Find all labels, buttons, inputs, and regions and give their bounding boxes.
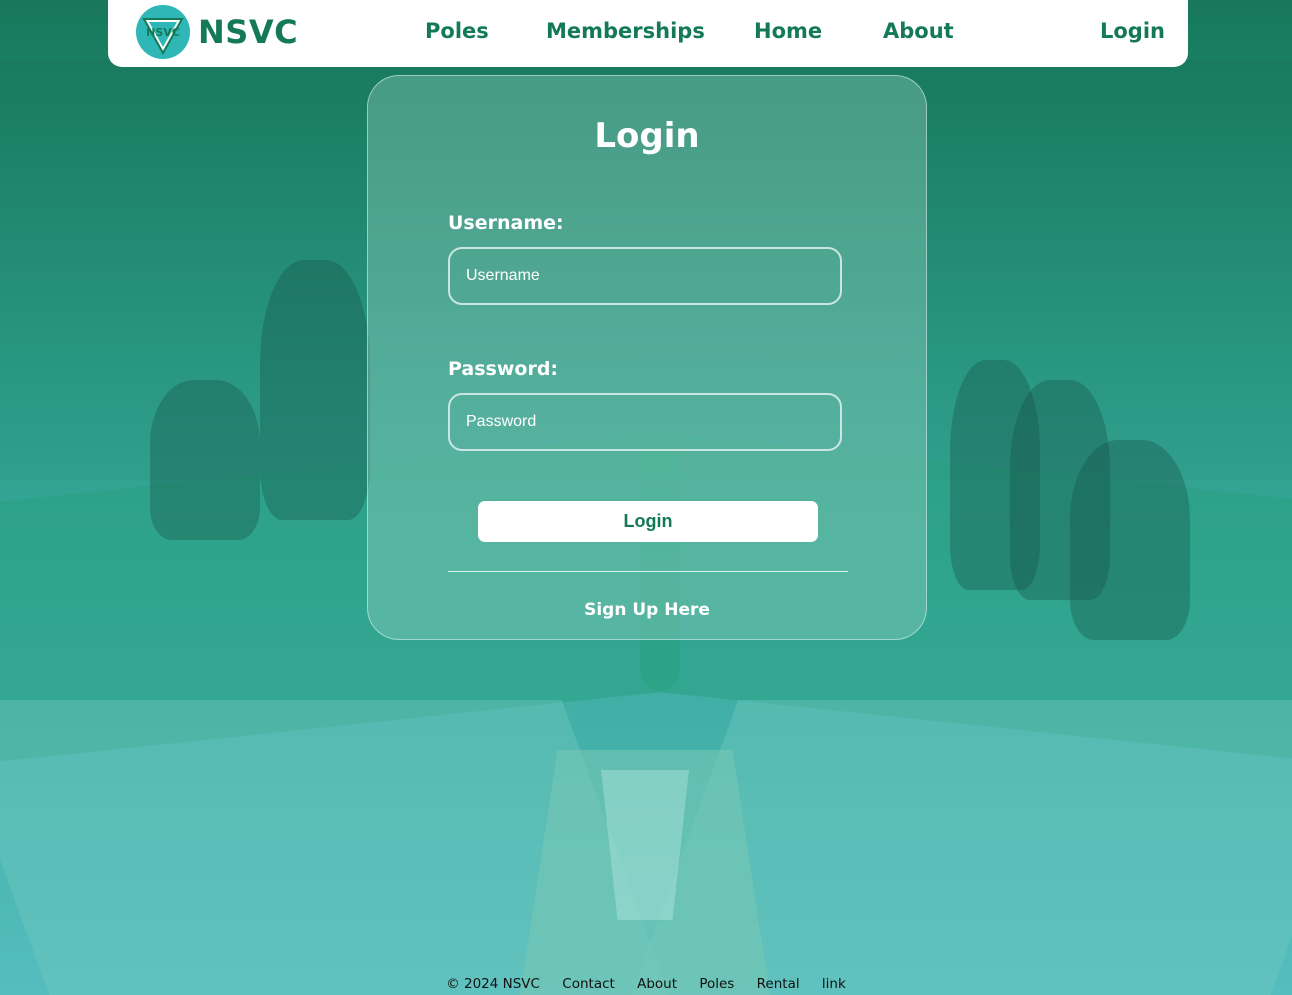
divider: [448, 571, 848, 572]
footer-link-contact[interactable]: Contact: [562, 976, 615, 992]
footer-copyright: © 2024 NSVC: [446, 976, 540, 992]
password-input[interactable]: [448, 393, 842, 451]
username-input[interactable]: [448, 247, 842, 305]
login-card: Login Username: Password: Login Sign Up …: [367, 75, 927, 640]
logo[interactable]: NSVC NSVC: [136, 5, 298, 59]
nav-link-about[interactable]: About: [883, 19, 954, 43]
nav-link-login[interactable]: Login: [1100, 19, 1165, 43]
footer: © 2024 NSVC Contact About Poles Rental l…: [0, 976, 1292, 992]
footer-link-rental[interactable]: Rental: [757, 976, 800, 992]
logo-badge-icon: NSVC: [136, 5, 190, 59]
svg-text:NSVC: NSVC: [146, 26, 180, 39]
signup-link[interactable]: Sign Up Here: [368, 600, 926, 620]
login-title: Login: [594, 116, 700, 156]
footer-link-about[interactable]: About: [637, 976, 677, 992]
username-label: Username:: [448, 212, 564, 234]
nav-link-memberships[interactable]: Memberships: [546, 19, 705, 43]
footer-link-poles[interactable]: Poles: [699, 976, 734, 992]
top-navbar: NSVC NSVC Poles Memberships Home About L…: [108, 0, 1188, 67]
password-label: Password:: [448, 358, 559, 380]
nav-link-home[interactable]: Home: [754, 19, 822, 43]
nav-link-poles[interactable]: Poles: [425, 19, 489, 43]
footer-link-link[interactable]: link: [822, 976, 846, 992]
brand-name: NSVC: [198, 13, 299, 51]
login-submit-button[interactable]: Login: [478, 501, 818, 542]
